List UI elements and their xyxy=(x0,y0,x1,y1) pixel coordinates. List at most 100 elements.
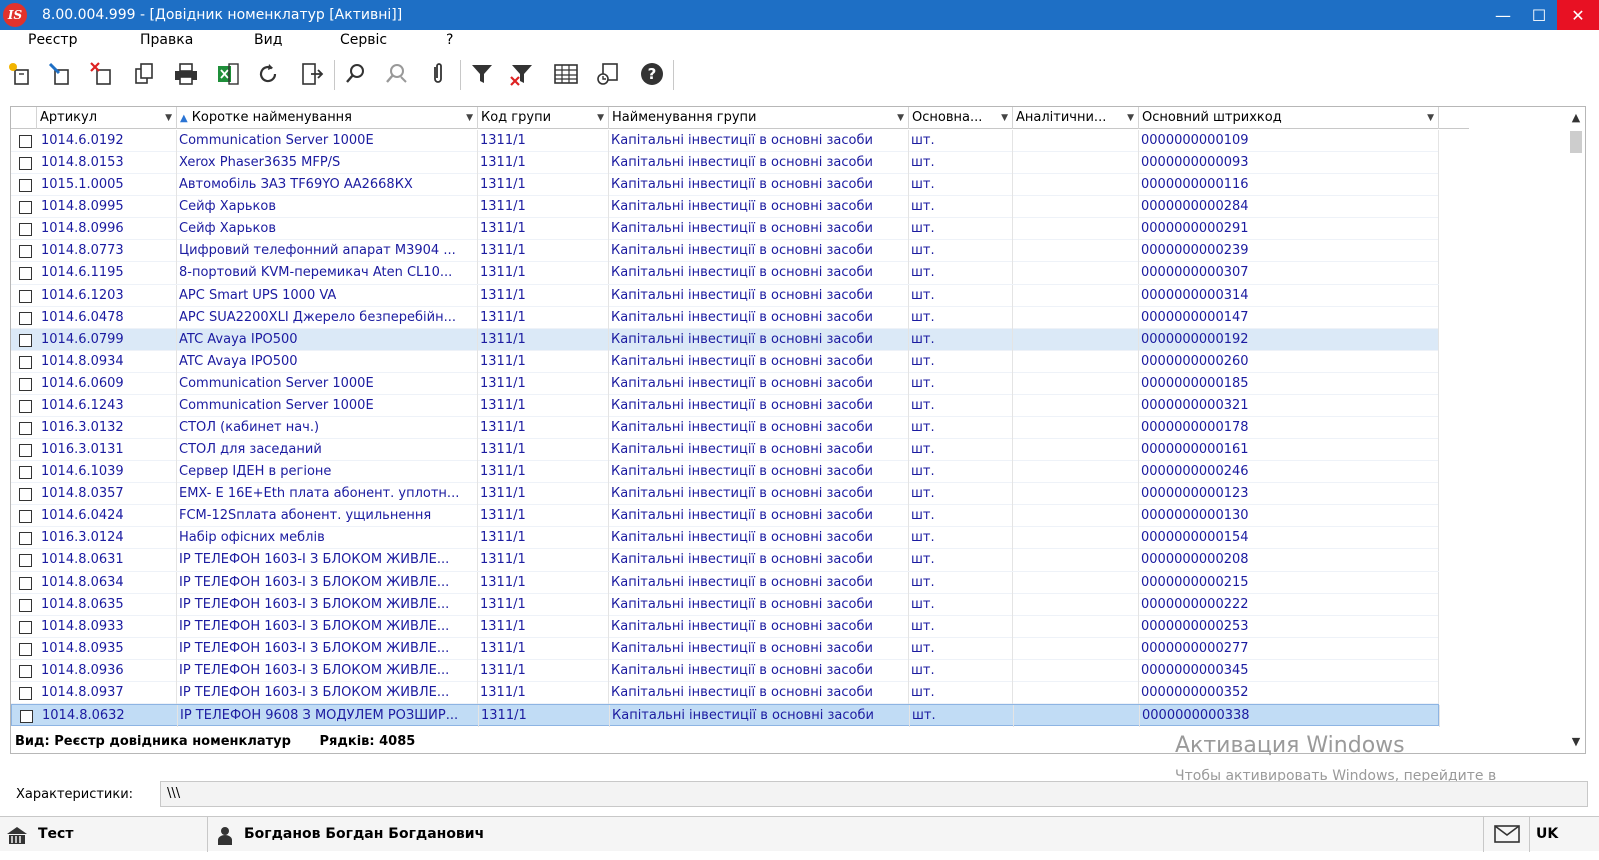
table-row[interactable]: 1014.8.0153 Xerox Phaser3635 MFP/S 1311/1… xyxy=(11,152,1439,175)
cell-analytic xyxy=(1013,637,1139,660)
excel-export-icon[interactable] xyxy=(212,58,244,90)
row-checkbox[interactable] xyxy=(19,289,32,303)
characteristics-field[interactable]: \\\ xyxy=(160,781,1588,807)
table-row[interactable]: 1014.8.0933 IP ТЕЛЕФОН 1603-I З БЛОКОМ ЖИ… xyxy=(11,615,1439,638)
user-panel[interactable]: Богданов Богдан Богданович xyxy=(208,817,1484,852)
row-checkbox[interactable] xyxy=(19,664,32,678)
exit-icon[interactable] xyxy=(296,58,328,90)
copy-icon[interactable] xyxy=(128,58,160,90)
row-checkbox[interactable] xyxy=(19,333,32,347)
table-row[interactable]: 1014.8.0631 IP ТЕЛЕФОН 1603-I З БЛОКОМ ЖИ… xyxy=(11,549,1439,572)
table-row[interactable]: 1014.6.0799 ATC Avaya IPO500 1311/1 Капітал… xyxy=(11,328,1439,351)
table-row[interactable]: 1015.1.0005 Автомобіль ЗАЗ TF69YO АА2668… xyxy=(11,174,1439,197)
row-checkbox[interactable] xyxy=(19,245,32,259)
scroll-down-icon[interactable]: ▼ xyxy=(1567,733,1585,751)
table-row[interactable]: 1014.8.0773 Цифровий телефонний апарат М… xyxy=(11,240,1439,263)
row-checkbox[interactable] xyxy=(19,201,32,215)
maximize-button[interactable]: ☐ xyxy=(1521,0,1557,30)
delete-icon[interactable] xyxy=(86,58,118,90)
header-group-code[interactable]: Код групи ▼ xyxy=(478,107,609,129)
row-checkbox[interactable] xyxy=(19,686,32,700)
row-checkbox[interactable] xyxy=(19,488,32,502)
header-barcode[interactable]: Основний штрихкод ▼ xyxy=(1139,107,1439,129)
row-checkbox[interactable] xyxy=(19,355,32,369)
company-panel[interactable]: Тест xyxy=(0,817,208,852)
history-icon[interactable] xyxy=(592,58,624,90)
row-checkbox[interactable] xyxy=(19,267,32,281)
row-checkbox[interactable] xyxy=(19,642,32,656)
cell-group-code: 1311/1 xyxy=(478,394,609,417)
row-checkbox[interactable] xyxy=(19,223,32,237)
row-checkbox[interactable] xyxy=(19,179,32,193)
menu-service[interactable]: Сервіс xyxy=(340,32,387,48)
table-row[interactable]: 1014.8.0936 IP ТЕЛЕФОН 1603-I З БЛОКОМ ЖИ… xyxy=(11,659,1439,682)
header-article[interactable]: Артикул ▼ xyxy=(37,107,177,129)
row-checkbox[interactable] xyxy=(19,135,32,148)
grid-status: Вид: Реєстр довідника номенклатур Рядків… xyxy=(15,731,439,753)
row-checkbox[interactable] xyxy=(19,554,32,568)
edit-icon[interactable] xyxy=(44,58,76,90)
table-row[interactable]: 1014.8.0996 Сейф Харьков 1311/1 Капітальні… xyxy=(11,218,1439,241)
print-icon[interactable] xyxy=(170,58,202,90)
header-analytic[interactable]: Аналітични... ▼ xyxy=(1013,107,1139,129)
table-row[interactable]: 1014.8.0632 IP ТЕЛЕФОН 9608 З МОДУЛЕМ РОЗ… xyxy=(11,704,1440,728)
refresh-icon[interactable] xyxy=(252,58,284,90)
row-checkbox[interactable] xyxy=(20,710,33,724)
header-main-unit[interactable]: Основна... ▼ xyxy=(909,107,1013,129)
row-checkbox[interactable] xyxy=(19,157,32,171)
menu-view[interactable]: Вид xyxy=(254,32,282,48)
header-group-name[interactable]: Найменування групи ▼ xyxy=(609,107,909,129)
clear-filter-icon[interactable] xyxy=(506,58,538,90)
table-row[interactable]: 1014.6.0424 FCM-12Sплата абонент. ущильне… xyxy=(11,505,1439,528)
row-checkbox[interactable] xyxy=(19,576,32,590)
table-row[interactable]: 1016.3.0124 Набір офісних меблів 1311/1 Кап… xyxy=(11,527,1439,550)
table-row[interactable]: 1014.6.1243 Communication Server 1000E 131… xyxy=(11,394,1439,418)
mail-icon[interactable] xyxy=(1484,817,1530,852)
table-row[interactable]: 1016.3.0131 СТОЛ для заседаний 1311/1 Капіт… xyxy=(11,439,1439,462)
menu-help[interactable]: ? xyxy=(446,32,453,48)
table-row[interactable]: 1014.6.1039 Сервер IДЕН в регіоне 1311/1 Ка… xyxy=(11,461,1439,484)
new-icon[interactable] xyxy=(4,58,36,90)
attach-icon[interactable] xyxy=(422,58,454,90)
table-row[interactable]: 1014.6.1195 8-портовий KVM-перемикач Aten… xyxy=(11,262,1439,285)
table-row[interactable]: 1014.6.0609 Communication Server 1000E 131… xyxy=(11,372,1439,395)
menu-registry[interactable]: Реєстр xyxy=(28,32,77,48)
close-button[interactable]: ✕ xyxy=(1557,0,1599,30)
table-row[interactable]: 1014.6.0192 Communication Server 1000E 13… xyxy=(11,130,1439,153)
search-icon[interactable] xyxy=(340,58,372,90)
language-indicator[interactable]: UK xyxy=(1530,817,1599,852)
row-checkbox[interactable] xyxy=(19,510,32,524)
table-row[interactable]: 1014.8.0635 IP ТЕЛЕФОН 1603-I З БЛОКОМ ЖИ… xyxy=(11,593,1439,616)
find-next-icon[interactable] xyxy=(380,58,412,90)
vertical-scrollbar[interactable]: ▲ ▼ xyxy=(1567,107,1585,753)
cell-main-unit: шт. xyxy=(909,527,1013,550)
table-row[interactable]: 1014.8.0995 Сейф Харьков 1311/1 Капітальні… xyxy=(11,196,1439,219)
scroll-up-icon[interactable]: ▲ xyxy=(1567,109,1585,127)
row-checkbox[interactable] xyxy=(19,598,32,612)
table-settings-icon[interactable] xyxy=(550,58,582,90)
minimize-button[interactable]: — xyxy=(1485,0,1521,30)
row-checkbox[interactable] xyxy=(19,620,32,634)
header-short-name[interactable]: ▲ Коротке найменування ▼ xyxy=(177,107,478,129)
table-row[interactable]: 1014.8.0937 IP ТЕЛЕФОН 1603-I З БЛОКОМ ЖИ… xyxy=(11,681,1439,705)
row-checkbox[interactable] xyxy=(19,466,32,480)
row-checkbox[interactable] xyxy=(19,377,32,391)
table-row[interactable]: 1014.6.1203 APC Smart UPS 1000 VA 1311/1 Ка… xyxy=(11,284,1439,307)
menu-edit[interactable]: Правка xyxy=(140,32,193,48)
cell-article: 1016.3.0132 xyxy=(39,417,177,440)
scroll-thumb[interactable] xyxy=(1570,131,1582,153)
table-row[interactable]: 1014.8.0934 ATC Avaya IPO500 1311/1 Капітал… xyxy=(11,350,1439,373)
table-row[interactable]: 1016.3.0132 СТОЛ (кабинет нач.) 1311/1 Капі… xyxy=(11,417,1439,440)
row-checkbox[interactable] xyxy=(19,399,32,413)
table-row[interactable]: 1014.8.0357 EMX- E 16E+Eth плата абонент.… xyxy=(11,483,1439,506)
table-row[interactable]: 1014.8.0935 IP ТЕЛЕФОН 1603-I З БЛОКОМ ЖИ… xyxy=(11,637,1439,660)
row-checkbox[interactable] xyxy=(19,444,32,458)
app-logo-icon[interactable]: IS xyxy=(0,0,30,30)
help-icon[interactable]: ? xyxy=(636,58,668,90)
table-row[interactable]: 1014.8.0634 IP ТЕЛЕФОН 1603-I З БЛОКОМ ЖИ… xyxy=(11,571,1439,594)
row-checkbox[interactable] xyxy=(19,311,32,325)
filter-icon[interactable] xyxy=(466,58,498,90)
row-checkbox[interactable] xyxy=(19,532,32,546)
row-checkbox[interactable] xyxy=(19,422,32,436)
table-row[interactable]: 1014.6.0478 APC SUA2200XLI Джерело безпер… xyxy=(11,306,1439,329)
